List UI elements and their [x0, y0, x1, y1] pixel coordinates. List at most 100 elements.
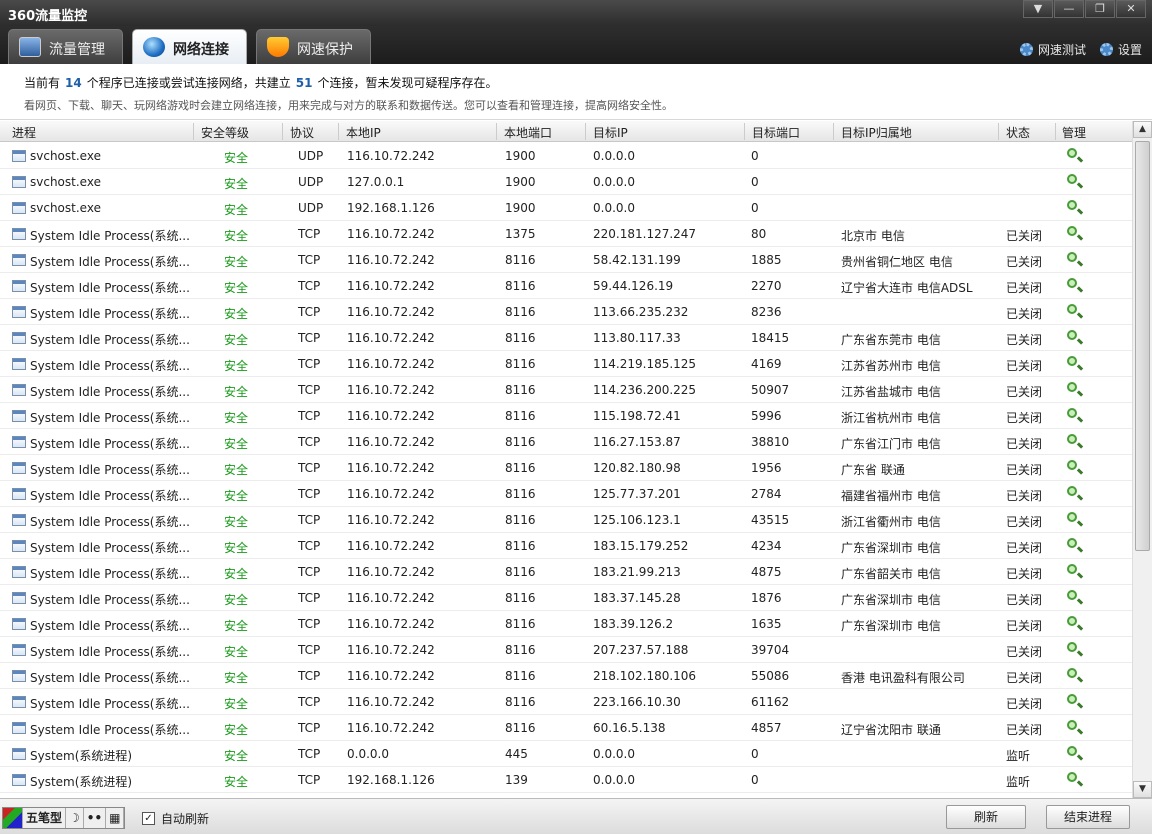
- protocol: TCP: [298, 253, 321, 267]
- manage-button[interactable]: [1067, 147, 1083, 163]
- col-remote-ip[interactable]: 目标IP: [593, 124, 628, 141]
- manage-button[interactable]: [1067, 693, 1083, 709]
- ip-location: 广东省深圳市 电信: [841, 593, 941, 607]
- monitor-icon: [19, 37, 41, 57]
- manage-button[interactable]: [1067, 381, 1083, 397]
- speedtest-link[interactable]: 网速测试: [1019, 41, 1086, 58]
- auto-refresh-checkbox[interactable]: ✓: [142, 812, 155, 825]
- tab-traffic-management[interactable]: 流量管理: [8, 29, 123, 64]
- col-state[interactable]: 状态: [1006, 124, 1030, 141]
- manage-button[interactable]: [1067, 251, 1083, 267]
- manage-button[interactable]: [1067, 485, 1083, 501]
- table-row[interactable]: System Idle Process(系统... 安全 TCP 116.10.72.…: [0, 455, 1132, 481]
- ime-mode[interactable]: 五笔型: [23, 808, 67, 828]
- col-remote-port[interactable]: 目标端口: [752, 124, 800, 141]
- process-name: System Idle Process(系统...: [30, 281, 190, 295]
- table-row[interactable]: System Idle Process(系统... 安全 TCP 116.10.72.…: [0, 247, 1132, 273]
- col-process[interactable]: 进程: [12, 124, 36, 141]
- table-row[interactable]: svchost.exe 安全 UDP 116.10.72.242 1900 0.0.0.0…: [0, 143, 1132, 169]
- table-row[interactable]: System(系统进程) 安全 TCP 0.0.0.0 445 0.0.0.0 0 监听: [0, 741, 1132, 767]
- remote-port: 80: [751, 227, 767, 241]
- security-level: 安全: [224, 151, 249, 165]
- menu-dropdown-button[interactable]: ▼: [1023, 0, 1053, 18]
- process-name: svchost.exe: [30, 201, 101, 215]
- magnifier-icon: [1067, 642, 1077, 652]
- remote-ip: 0.0.0.0: [593, 201, 635, 215]
- scroll-thumb[interactable]: [1135, 141, 1150, 551]
- refresh-button[interactable]: 刷新: [946, 805, 1026, 829]
- manage-button[interactable]: [1067, 225, 1083, 241]
- keyboard-icon[interactable]: ▦: [106, 808, 125, 828]
- remote-port: 0: [751, 773, 759, 787]
- tab-speed-protection[interactable]: 网速保护: [256, 29, 371, 64]
- manage-button[interactable]: [1067, 511, 1083, 527]
- table-row[interactable]: System Idle Process(系统... 安全 TCP 116.10.72.…: [0, 429, 1132, 455]
- table-row[interactable]: System Idle Process(系统... 安全 TCP 116.10.72.…: [0, 377, 1132, 403]
- col-security[interactable]: 安全等级: [201, 124, 249, 141]
- security-level: 安全: [224, 775, 249, 789]
- table-row[interactable]: System(系统进程) 安全 TCP 192.168.1.126 139 0.0.0.0…: [0, 767, 1132, 793]
- table-row[interactable]: System Idle Process(系统... 安全 TCP 116.10.72.…: [0, 481, 1132, 507]
- manage-button[interactable]: [1067, 407, 1083, 423]
- table-row[interactable]: System Idle Process(系统... 安全 TCP 116.10.72.…: [0, 273, 1132, 299]
- table-row[interactable]: svchost.exe 安全 UDP 127.0.0.1 1900 0.0.0.0 0: [0, 169, 1132, 195]
- manage-button[interactable]: [1067, 355, 1083, 371]
- scroll-up-button[interactable]: ▲: [1133, 121, 1152, 138]
- minimize-button[interactable]: —: [1054, 0, 1084, 18]
- manage-button[interactable]: [1067, 745, 1083, 761]
- manage-button[interactable]: [1067, 433, 1083, 449]
- vertical-scrollbar[interactable]: ▲ ▼: [1132, 121, 1152, 798]
- protocol: TCP: [298, 747, 321, 761]
- manage-button[interactable]: [1067, 719, 1083, 735]
- manage-button[interactable]: [1067, 641, 1083, 657]
- table-row[interactable]: System Idle Process(系统... 安全 TCP 116.10.72.…: [0, 403, 1132, 429]
- local-ip: 116.10.72.242: [347, 591, 435, 605]
- table-row[interactable]: System Idle Process(系统... 安全 TCP 116.10.72.…: [0, 663, 1132, 689]
- table-row[interactable]: System Idle Process(系统... 安全 TCP 116.10.72.…: [0, 325, 1132, 351]
- table-row[interactable]: System Idle Process(系统... 安全 TCP 116.10.72.…: [0, 611, 1132, 637]
- manage-button[interactable]: [1067, 173, 1083, 189]
- manage-button[interactable]: [1067, 563, 1083, 579]
- manage-button[interactable]: [1067, 277, 1083, 293]
- table-row[interactable]: svchost.exe 安全 UDP 192.168.1.126 1900 0.0.0.0…: [0, 195, 1132, 221]
- manage-button[interactable]: [1067, 667, 1083, 683]
- col-manage[interactable]: 管理: [1062, 124, 1086, 141]
- local-ip: 116.10.72.242: [347, 461, 435, 475]
- auto-refresh-toggle[interactable]: ✓ 自动刷新: [142, 810, 209, 827]
- table-row[interactable]: System Idle Process(系统... 安全 TCP 116.10.72.…: [0, 689, 1132, 715]
- table-row[interactable]: System Idle Process(系统... 安全 TCP 116.10.72.…: [0, 637, 1132, 663]
- ime-logo-icon[interactable]: [3, 808, 23, 828]
- settings-link[interactable]: 设置: [1099, 41, 1142, 58]
- col-local-ip[interactable]: 本地IP: [346, 124, 381, 141]
- tab-network-connections[interactable]: 网络连接: [132, 29, 247, 64]
- end-process-button[interactable]: 结束进程: [1046, 805, 1130, 829]
- manage-button[interactable]: [1067, 771, 1083, 787]
- table-row[interactable]: System Idle Process(系统... 安全 TCP 116.10.72.…: [0, 221, 1132, 247]
- table-row[interactable]: System Idle Process(系统... 安全 TCP 116.10.72.…: [0, 351, 1132, 377]
- table-row[interactable]: System Idle Process(系统... 安全 TCP 116.10.72.…: [0, 559, 1132, 585]
- col-location[interactable]: 目标IP归属地: [841, 124, 912, 141]
- manage-button[interactable]: [1067, 199, 1083, 215]
- col-local-port[interactable]: 本地端口: [504, 124, 552, 141]
- manage-button[interactable]: [1067, 589, 1083, 605]
- manage-button[interactable]: [1067, 459, 1083, 475]
- manage-button[interactable]: [1067, 329, 1083, 345]
- col-protocol[interactable]: 协议: [290, 124, 314, 141]
- connection-state: 已关闭: [1006, 411, 1043, 425]
- table-row[interactable]: System Idle Process(系统... 安全 TCP 116.10.72.…: [0, 533, 1132, 559]
- manage-button[interactable]: [1067, 537, 1083, 553]
- security-level: 安全: [224, 385, 249, 399]
- table-row[interactable]: System Idle Process(系统... 安全 TCP 116.10.72.…: [0, 715, 1132, 741]
- moon-icon[interactable]: ☽: [66, 808, 84, 828]
- summary-prefix: 当前有: [24, 76, 61, 90]
- punctuation-icon[interactable]: ••: [84, 808, 107, 828]
- close-button[interactable]: ✕: [1116, 0, 1146, 18]
- manage-button[interactable]: [1067, 303, 1083, 319]
- table-row[interactable]: System Idle Process(系统... 安全 TCP 116.10.72.…: [0, 585, 1132, 611]
- scroll-down-button[interactable]: ▼: [1133, 781, 1152, 798]
- table-row[interactable]: System Idle Process(系统... 安全 TCP 116.10.72.…: [0, 299, 1132, 325]
- maximize-button[interactable]: ❐: [1085, 0, 1115, 18]
- ime-toolbar[interactable]: 五笔型 ☽ •• ▦: [2, 807, 126, 829]
- manage-button[interactable]: [1067, 615, 1083, 631]
- table-row[interactable]: System Idle Process(系统... 安全 TCP 116.10.72.…: [0, 507, 1132, 533]
